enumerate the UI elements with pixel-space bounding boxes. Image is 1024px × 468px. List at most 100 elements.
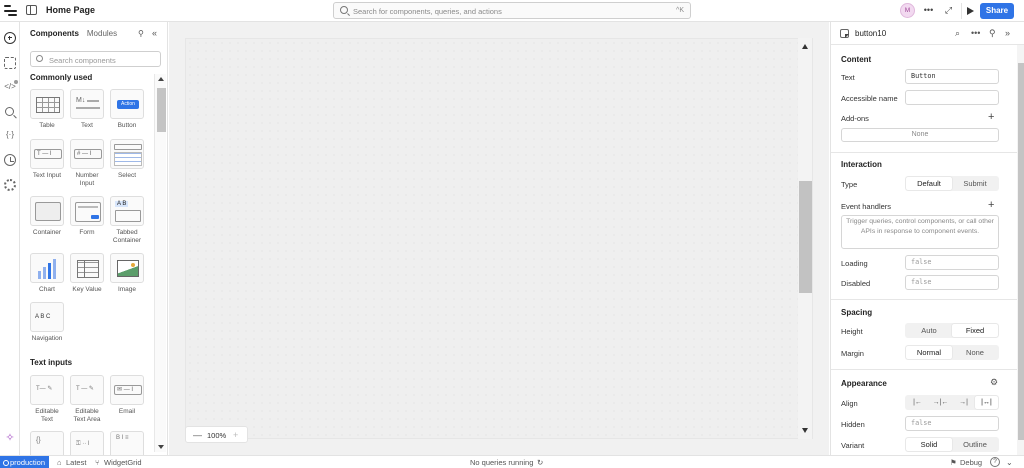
component-tile-number-input[interactable]: # — I Number Input	[69, 139, 105, 187]
scroll-thumb[interactable]	[1018, 63, 1024, 440]
collapse-panel-icon[interactable]: «	[152, 28, 157, 38]
component-tile-rich-text[interactable]: B I ≡	[109, 431, 145, 455]
canvas-scrollbar[interactable]	[798, 38, 812, 439]
select-region-icon[interactable]	[4, 57, 16, 69]
expand-icon[interactable]: ⤢	[941, 3, 956, 18]
align-right-icon[interactable]: →|	[952, 396, 975, 409]
more-options-icon[interactable]: •••	[971, 28, 980, 38]
type-option-submit[interactable]: Submit	[952, 177, 998, 190]
chevron-down-icon[interactable]: ⌄	[1006, 457, 1013, 468]
scroll-thumb[interactable]	[157, 88, 166, 132]
component-tile-text-input[interactable]: T — I Text Input	[29, 139, 65, 180]
component-search-input[interactable]: Search components	[30, 51, 161, 67]
divider	[831, 299, 1017, 300]
section-appearance: Appearance	[841, 379, 887, 388]
search-icon[interactable]	[5, 107, 14, 116]
component-tile-select[interactable]: Select	[109, 139, 145, 180]
loading-field[interactable]: false	[905, 255, 999, 270]
component-tile-password[interactable]: ⚿ ·· I	[69, 431, 105, 455]
queries-status[interactable]: No queries running	[470, 457, 533, 468]
scroll-down-icon[interactable]	[802, 428, 808, 433]
align-segmented-control: |← →|← →| |↔|	[905, 395, 999, 410]
component-tile-text[interactable]: M↓ Text	[69, 89, 105, 130]
add-icon[interactable]	[4, 32, 16, 44]
branch-name[interactable]: WidgetGrid	[104, 457, 142, 468]
pin-icon[interactable]: ⚲	[138, 30, 146, 38]
height-option-fixed[interactable]: Fixed	[952, 324, 998, 337]
search-icon[interactable]: ⌕	[955, 28, 960, 39]
scroll-down-icon[interactable]	[158, 445, 164, 449]
search-shortcut: ^K	[676, 7, 684, 14]
environment-badge[interactable]: production	[0, 456, 49, 468]
avatar[interactable]: M	[900, 3, 915, 18]
component-tile-json-editor[interactable]: {}	[29, 431, 65, 455]
component-tile-image[interactable]: Image	[109, 253, 145, 294]
preview-play-button[interactable]	[961, 3, 977, 19]
refresh-icon[interactable]: ↻	[537, 457, 543, 468]
collapse-panel-icon[interactable]: »	[1005, 28, 1010, 38]
component-tile-navigation[interactable]: A B C Navigation	[29, 302, 65, 343]
add-event-handler-button[interactable]: +	[988, 199, 994, 211]
component-tile-button[interactable]: Action Button	[109, 89, 145, 130]
component-tile-chart[interactable]: Chart	[29, 253, 65, 294]
component-tile-email[interactable]: ✉ — I Email	[109, 375, 145, 416]
section-text-inputs: Text inputs	[30, 358, 73, 367]
align-center-icon[interactable]: →|←	[929, 396, 952, 409]
align-stretch-icon[interactable]: |↔|	[975, 396, 998, 409]
accessible-name-field[interactable]	[905, 90, 999, 105]
zoom-in-button[interactable]: +	[233, 430, 238, 440]
components-scrollbar[interactable]	[154, 74, 166, 452]
canvas[interactable]	[185, 38, 813, 439]
share-button[interactable]: Share	[980, 3, 1014, 19]
components-tabs: Components Modules	[30, 29, 125, 38]
event-handlers-hint[interactable]: Trigger queries, control components, or …	[841, 215, 999, 249]
debug-button[interactable]: Debug	[960, 457, 982, 468]
component-tile-tabbed-container[interactable]: A B Tabbed Container	[109, 196, 145, 244]
variant-segmented-control: Solid Outline	[905, 437, 999, 452]
text-field[interactable]: Button	[905, 69, 999, 84]
component-name[interactable]: button10	[855, 29, 886, 38]
height-segmented-control: Auto Fixed	[905, 323, 999, 338]
variant-label: Variant	[841, 441, 865, 450]
status-bar: production ⌂ Latest ⑂ WidgetGrid No quer…	[0, 455, 1024, 468]
page-title[interactable]: Home Page	[46, 5, 95, 15]
component-tile-editable-text[interactable]: T— ✎ Editable Text	[29, 375, 65, 423]
tab-modules[interactable]: Modules	[87, 29, 117, 38]
help-icon[interactable]: ?	[990, 457, 1000, 467]
more-options-icon[interactable]: •••	[921, 3, 936, 18]
toggle-sidebar-icon[interactable]	[26, 5, 37, 15]
scroll-up-icon[interactable]	[158, 77, 164, 81]
component-tile-form[interactable]: Form	[69, 196, 105, 237]
variant-option-outline[interactable]: Outline	[952, 438, 998, 451]
history-icon[interactable]	[4, 154, 16, 166]
component-tile-container[interactable]: Container	[29, 196, 65, 237]
assist-icon[interactable]: ✧	[4, 432, 16, 444]
component-tile-key-value[interactable]: Key Value	[69, 253, 105, 294]
pin-icon[interactable]: ⚲	[989, 28, 996, 39]
type-option-default[interactable]: Default	[906, 177, 952, 190]
align-left-icon[interactable]: |←	[906, 396, 929, 409]
scroll-thumb[interactable]	[799, 181, 812, 293]
add-addon-button[interactable]: +	[988, 111, 994, 123]
appearance-settings-icon[interactable]: ⚙	[990, 377, 998, 388]
release-latest[interactable]: Latest	[66, 457, 86, 468]
hidden-field[interactable]: false	[905, 416, 999, 431]
state-icon[interactable]: {·}	[4, 129, 16, 141]
code-icon[interactable]: </>	[4, 80, 18, 93]
global-search-input[interactable]: Search for components, queries, and acti…	[333, 2, 691, 19]
tab-components[interactable]: Components	[30, 29, 79, 38]
margin-option-normal[interactable]: Normal	[906, 346, 952, 359]
margin-option-none[interactable]: None	[952, 346, 998, 359]
inspector-scrollbar[interactable]	[1017, 45, 1024, 455]
zoom-out-button[interactable]: —	[193, 430, 202, 440]
addons-list[interactable]: None	[841, 128, 999, 142]
settings-icon[interactable]	[4, 179, 16, 191]
height-option-auto[interactable]: Auto	[906, 324, 952, 337]
variant-option-solid[interactable]: Solid	[906, 438, 952, 451]
disabled-field[interactable]: false	[905, 275, 999, 290]
scroll-up-icon[interactable]	[802, 44, 808, 49]
component-tile-editable-text-area[interactable]: T — ✎ Editable Text Area	[69, 375, 105, 423]
zoom-level[interactable]: 100%	[207, 431, 226, 440]
component-tile-table[interactable]: Table	[29, 89, 65, 130]
app-logo-icon[interactable]	[4, 4, 18, 17]
